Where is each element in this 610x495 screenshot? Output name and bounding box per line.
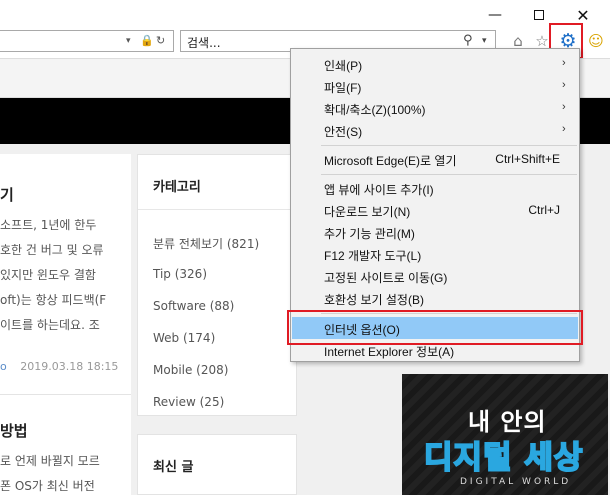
- post-title[interactable]: 방법: [0, 420, 28, 441]
- category-divider: [138, 209, 298, 210]
- refresh-icon[interactable]: ↻: [156, 34, 165, 47]
- category-link[interactable]: Software (88): [153, 299, 234, 313]
- feedback-smiley-icon[interactable]: ☺: [586, 30, 606, 52]
- category-title: 카테고리: [153, 180, 201, 195]
- close-icon: ✕: [576, 5, 590, 25]
- menu-item-shortcut: Ctrl+J: [528, 203, 560, 217]
- menu-item-zoom[interactable]: 확대/축소(Z)(100%) ›: [292, 97, 578, 119]
- menu-item-label: 추가 기능 관리(M): [324, 227, 415, 241]
- post-category-link[interactable]: o: [0, 360, 7, 373]
- post-excerpt-line: 폰 OS가 최신 버전: [0, 479, 95, 493]
- post-excerpt-line: 이트를 하는데요. 조: [0, 318, 100, 332]
- menu-item-label: Internet Explorer 정보(A): [324, 345, 455, 359]
- menu-item-pinned-sites[interactable]: 고정된 사이트로 이동(G): [292, 265, 578, 287]
- menu-item-label: 다운로드 보기(N): [324, 205, 411, 219]
- recent-posts-title: 최신 글: [153, 460, 194, 475]
- category-link[interactable]: Mobile (208): [153, 363, 228, 377]
- submenu-arrow-icon: ›: [562, 123, 566, 135]
- search-icon[interactable]: ⚲: [463, 33, 473, 48]
- menu-item-label: 호환성 보기 설정(B): [324, 293, 424, 307]
- menu-item-file[interactable]: 파일(F) ›: [292, 75, 578, 97]
- menu-item-add-site-to-apps[interactable]: 앱 뷰에 사이트 추가(I): [292, 177, 578, 199]
- category-widget: 카테고리 분류 전체보기 (821) Tip (326) Software (8…: [137, 154, 298, 416]
- site-logo-banner[interactable]: 내 안의 디지털 세상 DIGITAL WORLD: [402, 374, 608, 495]
- category-link[interactable]: Web (174): [153, 331, 215, 345]
- minimize-button[interactable]: —: [478, 4, 512, 26]
- category-link[interactable]: 분류 전체보기 (821): [153, 235, 259, 252]
- menu-item-print[interactable]: 인쇄(P) ›: [292, 53, 578, 75]
- menu-separator: [321, 174, 577, 175]
- menu-item-compatibility-view[interactable]: 호환성 보기 설정(B): [292, 287, 578, 309]
- title-bar: — ✕: [0, 0, 610, 30]
- post-title[interactable]: 기: [0, 184, 14, 205]
- category-link[interactable]: Review (25): [153, 395, 224, 409]
- menu-item-label: 고정된 사이트로 이동(G): [324, 271, 448, 285]
- search-dropdown-icon[interactable]: ▾: [482, 36, 487, 46]
- menu-separator: [321, 145, 577, 146]
- post-date: 2019.03.18 18:15: [20, 360, 119, 373]
- menu-item-label: 인쇄(P): [324, 59, 363, 73]
- menu-item-manage-add-ons[interactable]: 추가 기능 관리(M): [292, 221, 578, 243]
- post-excerpt-line: oft)는 항상 피드백(F: [0, 293, 107, 307]
- post-divider: [0, 394, 131, 395]
- post-excerpt-line: 소프트, 1년에 한두: [0, 218, 97, 232]
- menu-item-view-downloads[interactable]: 다운로드 보기(N) Ctrl+J: [292, 199, 578, 221]
- menu-item-open-in-edge[interactable]: Microsoft Edge(E)로 열기 Ctrl+Shift+E: [292, 148, 578, 170]
- banner-line2: 디지털 세상: [423, 439, 584, 477]
- menu-item-label: 안전(S): [324, 125, 363, 139]
- category-link[interactable]: Tip (326): [153, 267, 207, 281]
- submenu-arrow-icon: ›: [562, 101, 566, 113]
- menu-item-label: 확대/축소(Z)(100%): [324, 103, 426, 117]
- banner-line3: DIGITAL WORLD: [460, 477, 572, 487]
- submenu-arrow-icon: ›: [562, 79, 566, 91]
- menu-item-label: 파일(F): [324, 81, 362, 95]
- menu-item-label: F12 개발자 도구(L): [324, 249, 422, 263]
- search-placeholder: 검색...: [187, 36, 221, 50]
- post-meta: o 2019.03.18 18:15: [0, 360, 118, 373]
- menu-item-label: 앱 뷰에 사이트 추가(I): [324, 183, 434, 197]
- internet-options-highlight-box: [287, 310, 583, 345]
- lock-icon[interactable]: 🔒: [140, 34, 154, 47]
- recent-posts-widget: 최신 글: [137, 434, 297, 495]
- menu-item-shortcut: Ctrl+Shift+E: [495, 152, 560, 166]
- post-excerpt-line: 호한 건 버그 및 오류: [0, 243, 104, 257]
- post-excerpt-line: 로 언제 바뀔지 모르: [0, 454, 100, 468]
- address-input[interactable]: ▾ 🔒 ↻: [0, 30, 174, 52]
- menu-item-f12-dev-tools[interactable]: F12 개발자 도구(L): [292, 243, 578, 265]
- post-card[interactable]: 기 소프트, 1년에 한두 호한 건 버그 및 오류 있지만 윈도우 결함 of…: [0, 154, 131, 495]
- maximize-icon: [534, 10, 544, 20]
- post-excerpt-line: 있지만 윈도우 결함: [0, 268, 96, 282]
- address-dropdown-icon[interactable]: ▾: [126, 36, 131, 46]
- minimize-icon: —: [488, 7, 502, 23]
- menu-item-safety[interactable]: 안전(S) ›: [292, 119, 578, 141]
- menu-item-label: Microsoft Edge(E)로 열기: [324, 154, 457, 168]
- submenu-arrow-icon: ›: [562, 57, 566, 69]
